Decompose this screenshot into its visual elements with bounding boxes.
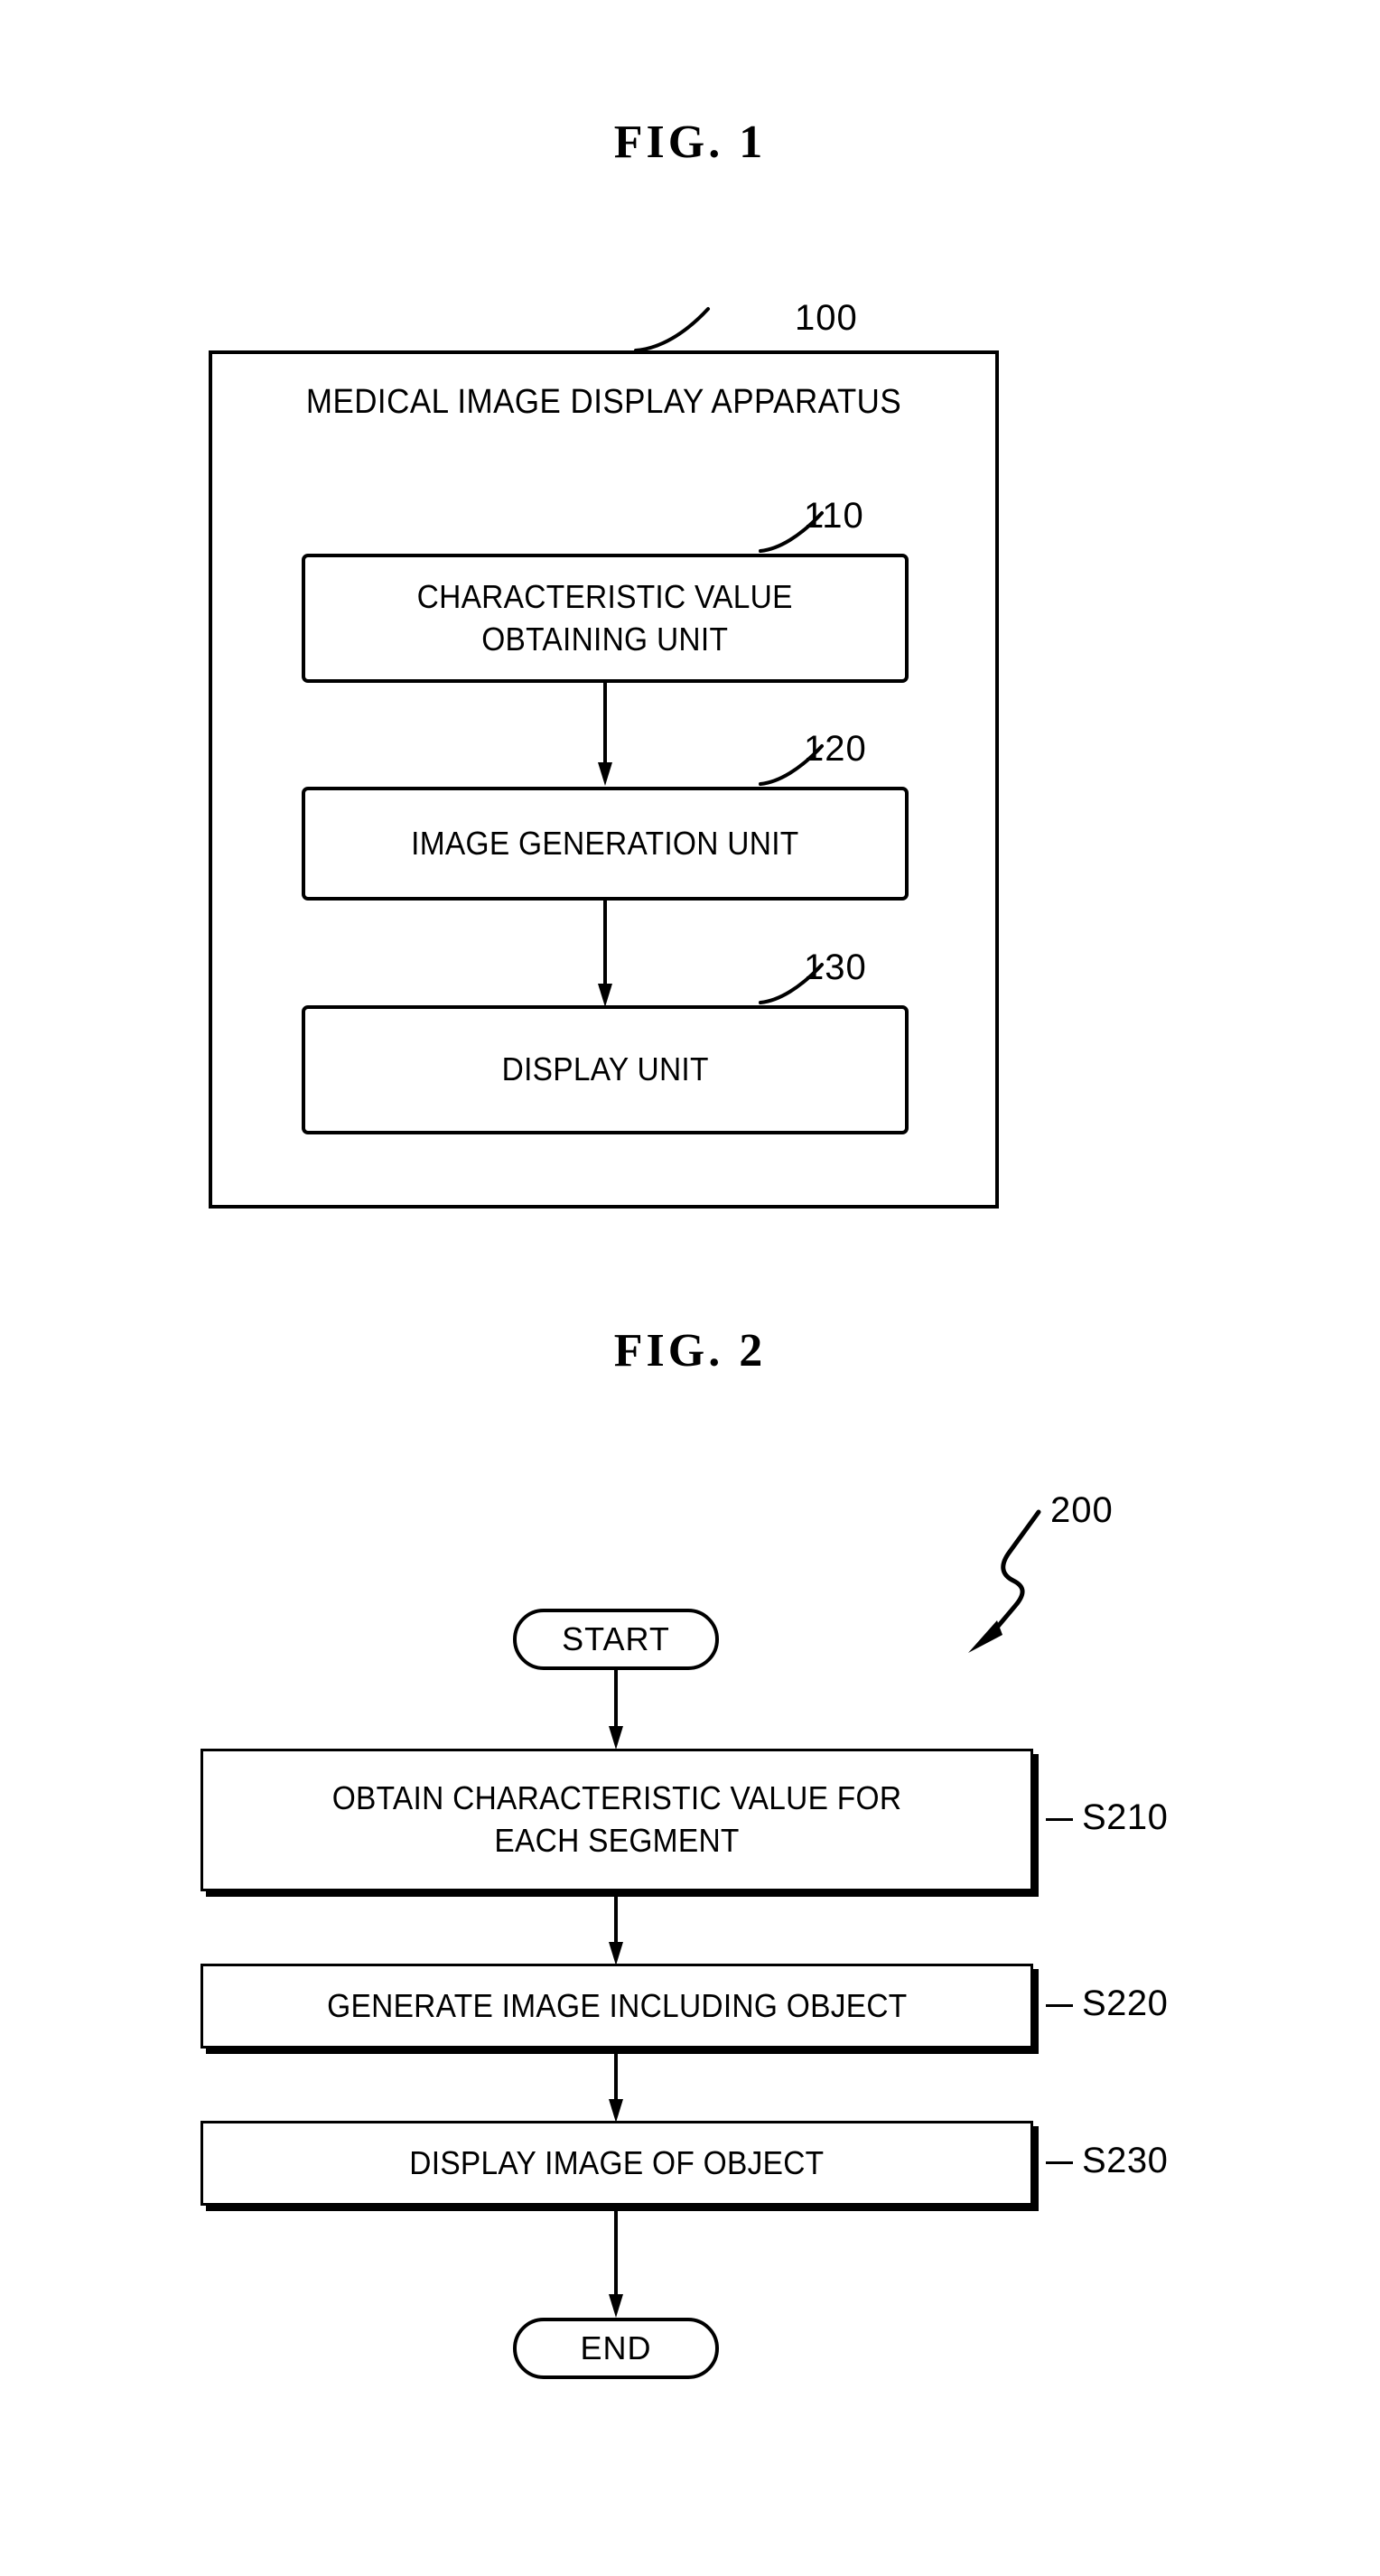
arrow-s210-to-s220 [609,1891,623,1965]
arrow-start-to-s210 [609,1670,623,1750]
characteristic-value-obtaining-unit-box: CHARACTERISTIC VALUE OBTAINING UNIT [302,554,909,683]
image-generation-unit-box: IMAGE GENERATION UNIT [302,787,909,901]
step-s220-leader-dash [1046,2004,1073,2007]
arrow-s230-to-end [609,2206,623,2318]
step-label-s230: S230 [1082,2141,1169,2180]
patent-drawing-page: FIG. 1 100 MEDICAL IMAGE DISPLAY APPARAT… [0,0,1380,2576]
step-s230-leader-dash [1046,2161,1073,2164]
arrow-120-to-130 [598,901,612,1007]
figure-1-title: FIG. 1 [613,117,767,168]
step-s230-label: DISPLAY IMAGE OF OBJECT [409,2143,825,2181]
flowchart-end-terminator: END [513,2318,719,2379]
flowchart-start-terminator: START [513,1609,719,1670]
block-110-label-line1: CHARACTERISTIC VALUE [416,578,794,616]
figure-2-title: FIG. 2 [613,1325,767,1377]
arrow-110-to-120 [598,683,612,786]
reference-numeral-130: 130 [804,947,867,987]
reference-numeral-120: 120 [804,729,867,769]
block-120-label: IMAGE GENERATION UNIT [411,824,799,862]
step-s230-box: DISPLAY IMAGE OF OBJECT [200,2121,1033,2206]
apparatus-title-text: MEDICAL IMAGE DISPLAY APPARATUS [305,383,902,421]
start-label: START [562,1620,670,1657]
step-label-s210: S210 [1082,1797,1169,1837]
step-s210-label-line1: OBTAIN CHARACTERISTIC VALUE FOR [331,1779,902,1817]
flowchart-pointer-arrow [968,1509,1041,1653]
arrow-s220-to-s230 [609,2049,623,2123]
step-s210-label-line2: EACH SEGMENT [494,1822,740,1859]
step-s210-box: OBTAIN CHARACTERISTIC VALUE FOR EACH SEG… [200,1749,1033,1891]
step-s220-label: GENERATE IMAGE INCLUDING OBJECT [326,1986,908,2024]
step-label-s220: S220 [1082,1983,1169,2023]
step-s210-leader-dash [1046,1818,1073,1821]
display-unit-box: DISPLAY UNIT [302,1005,909,1134]
block-130-label: DISPLAY UNIT [501,1050,709,1088]
step-s220-box: GENERATE IMAGE INCLUDING OBJECT [200,1964,1033,2049]
reference-numeral-100: 100 [795,298,858,338]
reference-numeral-110: 110 [804,496,864,536]
end-label: END [580,2329,652,2366]
reference-numeral-200: 200 [1050,1490,1114,1530]
block-110-label-line2: OBTAINING UNIT [481,620,729,658]
